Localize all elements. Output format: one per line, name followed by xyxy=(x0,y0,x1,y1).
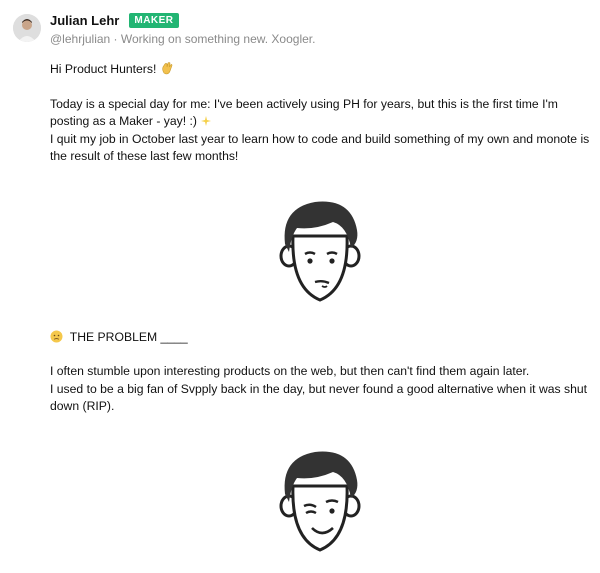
neutral-face-illustration xyxy=(279,201,361,302)
problem-heading-text: THE PROBLEM ____ xyxy=(69,329,188,344)
avatar[interactable] xyxy=(13,14,41,42)
author-headline: Working on something new. Xoogler. xyxy=(120,32,316,46)
problem-paragraph: I often stumble upon interesting product… xyxy=(50,363,590,416)
greeting-paragraph: Hi Product Hunters! xyxy=(50,61,590,79)
intro-line-2: I quit my job in October last year to le… xyxy=(50,131,590,164)
sparkles-icon xyxy=(201,116,212,126)
author-meta: @lehrjulian · Working on something new. … xyxy=(50,32,315,46)
waving-hand-icon xyxy=(162,62,173,75)
problem-heading: THE PROBLEM ____ xyxy=(50,329,590,347)
winking-face-illustration xyxy=(279,451,361,552)
meta-separator: · xyxy=(110,32,121,46)
intro-paragraph: Today is a special day for me: I've been… xyxy=(50,96,590,166)
author-handle[interactable]: @lehrjulian xyxy=(50,32,110,46)
avatar-photo xyxy=(13,14,41,42)
greeting-text: Hi Product Hunters! xyxy=(50,62,157,76)
maker-badge: MAKER xyxy=(129,13,179,28)
problem-line-2: I used to be a big fan of Svpply back in… xyxy=(50,381,588,414)
problem-line-1: I often stumble upon interesting product… xyxy=(50,364,530,378)
author-name[interactable]: Julian Lehr xyxy=(50,13,119,28)
sad-face-icon xyxy=(50,330,63,342)
post-body: Hi Product Hunters! Today is a special d… xyxy=(50,61,590,554)
author-line: Julian Lehr MAKER xyxy=(50,13,179,28)
intro-line-1: Today is a special day for me: I've been… xyxy=(50,96,558,129)
